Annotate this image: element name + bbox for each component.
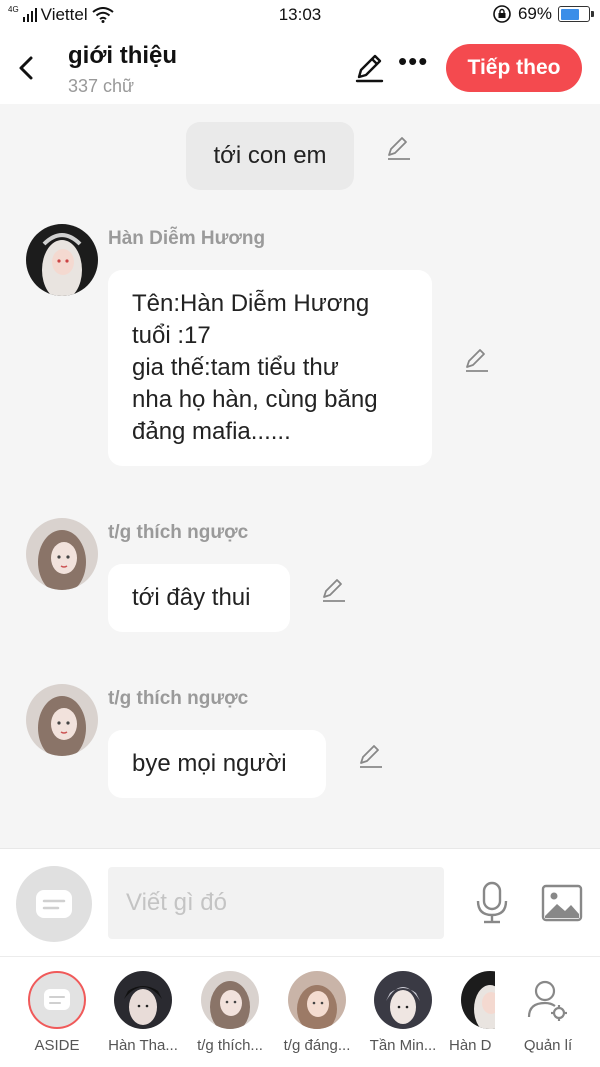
character-chip[interactable]: Tần Min... <box>360 969 446 1065</box>
word-count: 337 chữ <box>68 76 135 96</box>
message-input[interactable] <box>108 867 444 939</box>
character-name: t/g thích ngược <box>108 688 249 709</box>
narration-toggle-button[interactable] <box>16 866 92 942</box>
message-text: tới đây thui <box>132 584 251 611</box>
character-chip-label: Hàn Tha... <box>108 1037 178 1054</box>
message-line: nha họ hàn, cùng băng <box>132 386 378 413</box>
header: giới thiệu 337 chữ ••• Tiếp theo <box>0 32 600 104</box>
character-chip[interactable]: Hàn D <box>441 969 495 1065</box>
message-text: bye mọi người <box>132 750 287 777</box>
aside-avatar <box>28 971 86 1029</box>
character-chip-aside[interactable]: ASIDE <box>14 969 100 1065</box>
image-icon[interactable] <box>540 883 584 923</box>
pencil-icon[interactable] <box>357 742 385 770</box>
character-chip-label: t/g đáng... <box>283 1037 351 1054</box>
character-name: Hàn Diễm Hương <box>108 228 266 249</box>
character-name: t/g thích ngược <box>108 522 249 543</box>
message-bubble[interactable]: bye mọi người <box>108 730 326 798</box>
avatar <box>461 971 495 1029</box>
next-button[interactable]: Tiếp theo <box>446 44 582 92</box>
back-icon[interactable] <box>14 50 40 86</box>
message-line: tuổi :17 <box>132 322 211 349</box>
avatar[interactable] <box>26 684 98 756</box>
character-chip[interactable]: t/g đáng... <box>274 969 360 1065</box>
pencil-icon[interactable] <box>385 134 413 162</box>
avatar <box>114 971 172 1029</box>
avatar[interactable] <box>26 518 98 590</box>
mic-icon[interactable] <box>472 881 512 925</box>
pencil-icon[interactable] <box>320 576 348 604</box>
chat-bubble-icon <box>36 890 72 918</box>
message-line: gia thế:tam tiểu thư <box>132 354 339 381</box>
message-line: Tên:Hàn Diễm Hương <box>132 290 370 317</box>
message-bubble[interactable]: tới đây thui <box>108 564 290 632</box>
character-chip-label: t/g thích... <box>197 1037 263 1054</box>
narration-bubble[interactable]: tới con em <box>186 122 354 190</box>
avatar[interactable] <box>26 224 98 296</box>
manage-characters-button[interactable]: Quản lí <box>505 969 591 1065</box>
character-chip[interactable]: Hàn Tha... <box>100 969 186 1065</box>
character-chip-label: Quản lí <box>523 1037 573 1054</box>
character-bar: ASIDE Hàn Tha... t/g thích... t/g đáng..… <box>0 956 600 1067</box>
status-bar: 4G Viettel 13:03 69% <box>0 0 600 32</box>
rotation-lock-icon <box>493 5 511 23</box>
battery-percent: 69% <box>517 4 552 23</box>
battery-icon <box>558 6 594 22</box>
message-text: tới con em <box>213 142 327 169</box>
character-chip-label: Tần Min... <box>369 1037 437 1054</box>
message-line: đảng mafia...... <box>132 418 291 445</box>
character-chip-label: Hàn D <box>449 1037 492 1054</box>
avatar <box>201 971 259 1029</box>
avatar <box>374 971 432 1029</box>
character-chip[interactable]: t/g thích... <box>187 969 273 1065</box>
composer <box>0 848 600 956</box>
chat-bubble-icon <box>44 989 70 1010</box>
pencil-icon[interactable] <box>463 346 491 374</box>
user-settings-icon <box>527 980 567 1021</box>
character-chip-label: ASIDE <box>34 1037 80 1054</box>
chat-area: tới con em Hàn Diễm Hương Tên:Hàn Diễm H… <box>0 104 600 848</box>
edit-icon[interactable] <box>352 50 386 84</box>
more-icon[interactable]: ••• <box>398 48 428 78</box>
page-title: giới thiệu <box>68 42 178 69</box>
battery-fill <box>560 8 580 20</box>
avatar <box>288 971 346 1029</box>
message-bubble[interactable]: Tên:Hàn Diễm Hương tuổi :17 gia thế:tam … <box>108 270 432 466</box>
